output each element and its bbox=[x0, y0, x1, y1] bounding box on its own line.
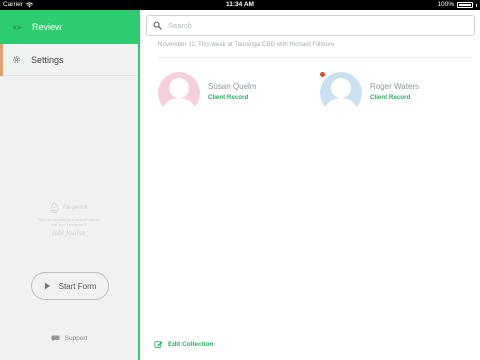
support-label: Support bbox=[64, 335, 88, 342]
avatar bbox=[158, 72, 200, 114]
client-name: Roger Waters bbox=[370, 82, 420, 91]
battery-percent: 100% bbox=[437, 1, 454, 8]
edit-collection-button[interactable]: Edit Collection bbox=[154, 340, 214, 349]
battery-tip bbox=[476, 3, 477, 7]
clock: 11:34 AM bbox=[226, 1, 254, 8]
client-card[interactable]: Susan Quelm Client Record bbox=[158, 72, 256, 114]
start-form-button[interactable]: Start Form bbox=[31, 272, 109, 300]
sidebar-item-settings[interactable]: Settings bbox=[0, 44, 138, 76]
sidebar-item-review[interactable]: Review bbox=[0, 10, 140, 44]
fingerprint-logo-icon bbox=[50, 202, 59, 213]
status-bar: Carrier 11:34 AM 100% bbox=[0, 0, 480, 10]
client-record-link[interactable]: Client Record bbox=[370, 94, 419, 101]
search-bar[interactable] bbox=[146, 15, 475, 36]
search-input[interactable] bbox=[168, 21, 458, 30]
brand-block: Fingerink PMG is a biometrical enabled F… bbox=[0, 202, 138, 237]
start-form-label: Start Form bbox=[58, 281, 97, 291]
sidebar: Review Settings Fingerink PMG is a biome… bbox=[0, 10, 140, 360]
main-panel: November 11, This week at Tauranga CBD w… bbox=[142, 10, 480, 360]
chat-bubble-icon bbox=[51, 335, 60, 342]
avatar bbox=[320, 72, 362, 114]
gear-icon bbox=[13, 56, 20, 63]
play-icon bbox=[44, 282, 50, 290]
sidebar-item-label: Review bbox=[32, 22, 62, 32]
search-icon bbox=[153, 21, 162, 30]
edit-icon bbox=[154, 341, 163, 349]
session-info: November 11, This week at Tauranga CBD w… bbox=[158, 41, 335, 48]
client-name: Susan Quelm bbox=[208, 82, 257, 91]
client-record-link[interactable]: Client Record bbox=[208, 94, 256, 101]
sidebar-item-label: Settings bbox=[31, 54, 64, 65]
brand-text-line2: and Josh Fernando. ® bbox=[51, 222, 87, 227]
support-link[interactable]: Support bbox=[0, 335, 138, 342]
client-card[interactable]: Roger Waters Client Record bbox=[320, 72, 419, 114]
battery-icon bbox=[457, 2, 473, 8]
brand-name: Fingerink bbox=[63, 204, 88, 211]
notification-dot bbox=[320, 72, 325, 77]
signature: fabi Josilva bbox=[52, 230, 86, 238]
divider bbox=[158, 57, 472, 58]
edit-collection-label: Edit Collection bbox=[168, 341, 214, 348]
eye-icon bbox=[12, 25, 22, 29]
